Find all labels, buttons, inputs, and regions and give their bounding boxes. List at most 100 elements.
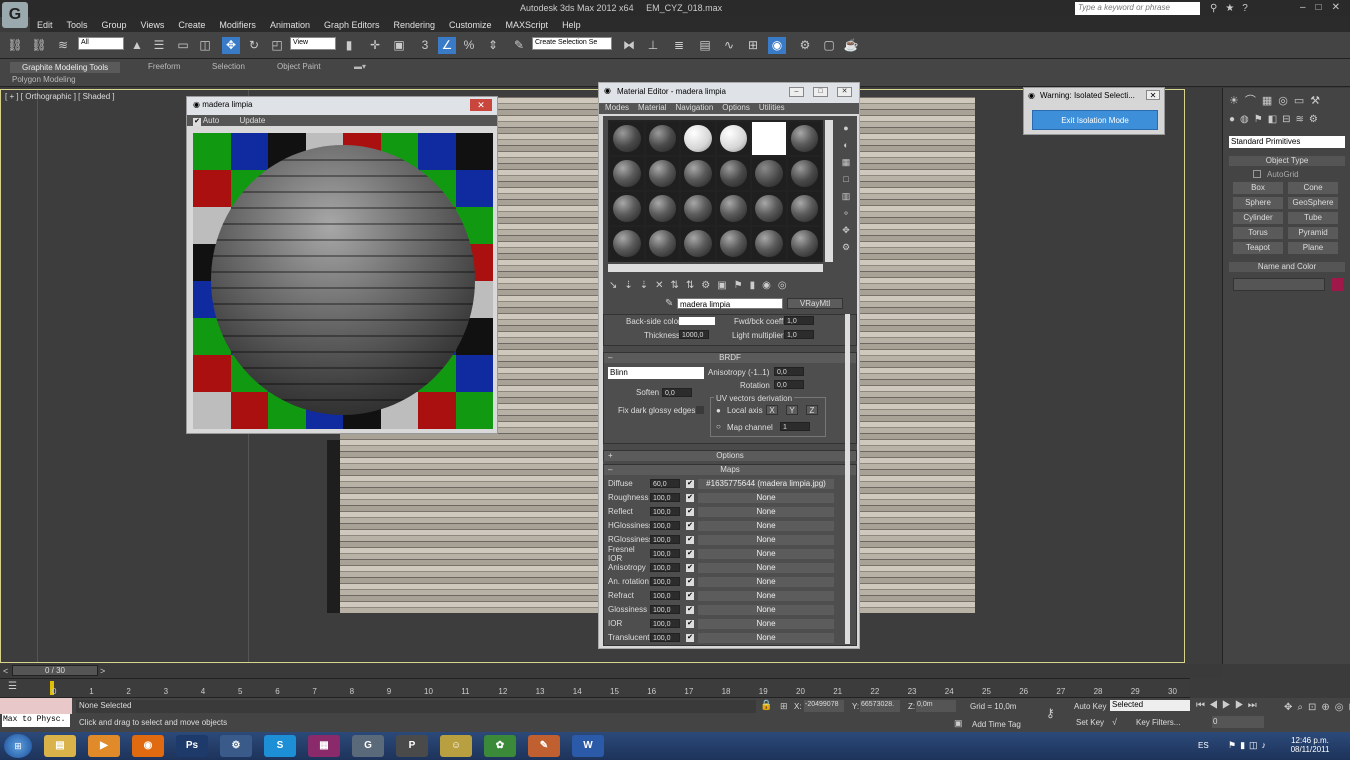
plane-button[interactable]: Plane	[1288, 242, 1338, 254]
sample-slot[interactable]	[681, 227, 715, 260]
current-frame-field[interactable]: 0	[1212, 716, 1264, 728]
media-player-icon[interactable]: ▶	[88, 735, 120, 757]
menu-customize[interactable]: Customize	[449, 20, 492, 30]
sample-slot[interactable]	[787, 157, 821, 190]
material-toolbar[interactable]: ↘⇣⇣✕⇅⇅⚙▣⚑▮◉◎	[609, 280, 849, 294]
menu-graph-editors[interactable]: Graph Editors	[324, 20, 380, 30]
tab-freeform[interactable]: Freeform	[148, 62, 180, 71]
autogrid-checkbox[interactable]	[1253, 170, 1261, 178]
word-icon[interactable]: W	[572, 735, 604, 757]
pick-material-icon[interactable]: ✎	[665, 298, 673, 309]
map-enable-checkbox[interactable]: ✔	[686, 521, 694, 530]
rendered-frame-window-icon[interactable]: ▢	[820, 37, 838, 54]
anisotropy-spinner[interactable]: 0,0	[774, 367, 804, 376]
add-time-tag[interactable]: Add Time Tag	[972, 720, 1021, 729]
cone-button[interactable]: Cone	[1288, 182, 1338, 194]
render-setup-icon[interactable]: ⚙	[796, 37, 814, 54]
command-panel-tabs[interactable]: ☀⌒▦◎▭⚒	[1229, 92, 1347, 108]
3dsmax-icon[interactable]: G	[352, 735, 384, 757]
sample-slot[interactable]	[610, 227, 644, 260]
axis-x-button[interactable]: X	[766, 405, 778, 415]
snaps-toggle-icon[interactable]: 3	[416, 37, 434, 54]
map-enable-checkbox[interactable]: ✔	[686, 605, 694, 614]
time-slider[interactable]: 0 / 30	[12, 665, 98, 676]
primitive-type-dropdown[interactable]: Standard Primitives	[1229, 136, 1345, 148]
sphere-button[interactable]: Sphere	[1233, 197, 1283, 209]
box-button[interactable]: Box	[1233, 182, 1283, 194]
menu-rendering[interactable]: Rendering	[394, 20, 436, 30]
sample-slot[interactable]	[787, 122, 821, 155]
sample-slot[interactable]	[716, 192, 750, 225]
pivot-center-icon[interactable]: ▮	[340, 37, 358, 54]
material-editor-window[interactable]: ◉ Material Editor - madera limpia – □ ✕ …	[598, 82, 860, 649]
sample-slot[interactable]	[610, 122, 644, 155]
soften-spinner[interactable]: 0,0	[662, 388, 692, 397]
thickness-spinner[interactable]: 1000,0	[679, 330, 709, 339]
sample-slot[interactable]	[716, 122, 750, 155]
sample-slot[interactable]	[787, 227, 821, 260]
axis-z-button[interactable]: Z	[806, 405, 818, 415]
snapshot-icon[interactable]: ⚙	[220, 735, 252, 757]
viewport-navigation-controls[interactable]: ✥⌕⊡⊕◎⊞	[1284, 700, 1350, 716]
slots-hscrollbar[interactable]	[608, 264, 823, 272]
select-object-icon[interactable]: ▲	[128, 37, 146, 54]
slots-scrollbar[interactable]	[825, 120, 833, 262]
notes-app-icon[interactable]: ✎	[528, 735, 560, 757]
close-icon[interactable]: ✕	[470, 99, 492, 111]
key-mode-dropdown[interactable]: Selected	[1110, 700, 1190, 711]
map-amount-spinner[interactable]: 100,0	[650, 633, 680, 642]
spinner-snap-icon[interactable]: ⇕	[484, 37, 502, 54]
object-name-input[interactable]	[1233, 278, 1325, 291]
exit-isolation-mode-button[interactable]: Exit Isolation Mode	[1032, 110, 1158, 130]
maxscript-input[interactable]: Max to Physc.	[2, 714, 70, 727]
map-amount-spinner[interactable]: 60,0	[650, 479, 680, 488]
z-coordinate-field[interactable]: 0,0m	[916, 700, 956, 712]
map-amount-spinner[interactable]: 100,0	[650, 535, 680, 544]
rotate-icon[interactable]: ↻	[245, 37, 263, 54]
link-icon[interactable]: ⛓	[6, 37, 24, 54]
map-amount-spinner[interactable]: 100,0	[650, 619, 680, 628]
time-tag-icon[interactable]: ▣	[954, 718, 963, 729]
auto-checkbox[interactable]: ✔	[193, 118, 201, 126]
map-enable-checkbox[interactable]: ✔	[686, 549, 694, 558]
px-app-icon[interactable]: P	[396, 735, 428, 757]
app-logo-icon[interactable]: G	[2, 2, 28, 28]
absolute-mode-icon[interactable]: ⊞	[780, 701, 788, 712]
rollout-scrollbar[interactable]	[845, 314, 850, 644]
keyboard-shortcut-icon[interactable]: ▣	[390, 37, 408, 54]
track-bar[interactable]: ☰ 0 1 2 3 4 5 6 7 8 9 10 11 12 13 14 15 16 17 18 19 20 21 22 23…	[0, 678, 1190, 698]
create-category-icons[interactable]: ●◍⚑◧⊟≋⚙	[1229, 114, 1347, 125]
bind-space-warp-icon[interactable]: ≋	[54, 37, 72, 54]
material-name-field[interactable]: madera limpia	[677, 298, 783, 309]
lock-icon[interactable]: 🔒	[760, 700, 772, 711]
material-preview-window[interactable]: ◉ madera limpia ✕ ✔ Auto Update	[186, 96, 498, 434]
sample-slot[interactable]	[752, 192, 786, 225]
sample-slot[interactable]	[716, 227, 750, 260]
ribbon-polygon-modeling[interactable]: Polygon Modeling	[12, 75, 76, 84]
curve-editor-icon[interactable]: ∿	[720, 37, 738, 54]
menu-animation[interactable]: Animation	[270, 20, 310, 30]
language-indicator[interactable]: ES	[1198, 741, 1209, 750]
menu-navigation[interactable]: Navigation	[675, 103, 713, 114]
map-slot-button[interactable]: None	[698, 534, 834, 545]
map-amount-spinner[interactable]: 100,0	[650, 563, 680, 572]
firefox-icon[interactable]: ◉	[132, 735, 164, 757]
x-coordinate-field[interactable]: -20499078	[804, 700, 844, 712]
minimize-icon[interactable]: –	[789, 87, 804, 97]
map-enable-checkbox[interactable]: ✔	[686, 479, 694, 488]
move-icon[interactable]: ✥	[222, 37, 240, 54]
close-icon[interactable]: ✕	[1146, 90, 1160, 100]
menu-views[interactable]: Views	[141, 20, 165, 30]
menu-material[interactable]: Material	[638, 103, 666, 114]
menu-edit[interactable]: Edit	[37, 20, 53, 30]
teapot-button[interactable]: Teapot	[1233, 242, 1283, 254]
map-enable-checkbox[interactable]: ✔	[686, 619, 694, 628]
map-slot-button[interactable]: None	[698, 492, 834, 503]
map-slot-button[interactable]: None	[698, 520, 834, 531]
tab-selection[interactable]: Selection	[212, 62, 245, 71]
map-slot-button[interactable]: None	[698, 590, 834, 601]
map-slot-button[interactable]: None	[698, 604, 834, 615]
playback-controls[interactable]: ⏮◀▶▶⏭	[1196, 700, 1286, 711]
map-amount-spinner[interactable]: 100,0	[650, 549, 680, 558]
map-amount-spinner[interactable]: 100,0	[650, 521, 680, 530]
